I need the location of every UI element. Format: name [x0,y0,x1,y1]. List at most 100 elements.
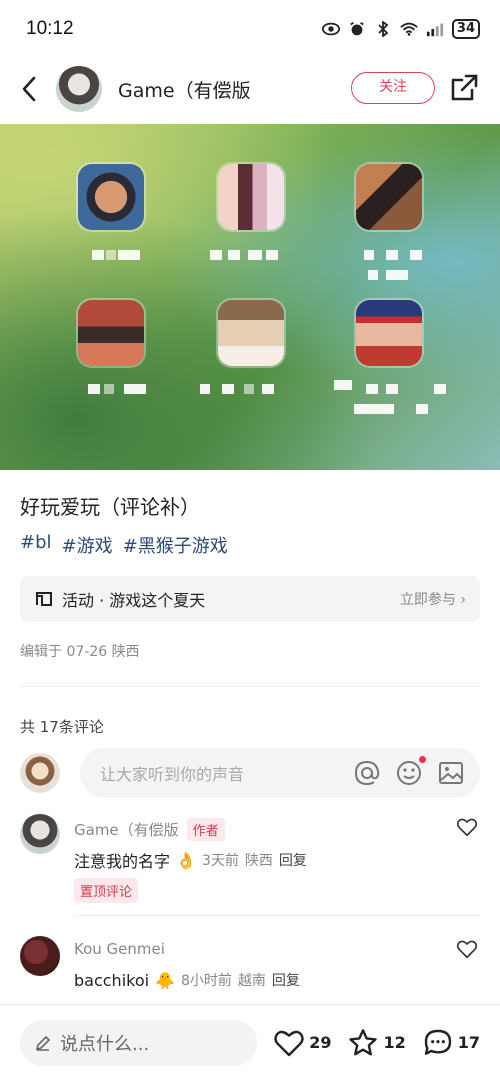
edit-info: 编辑于 07-26 陕西 [20,644,140,660]
chick-emoji: 🐥 [155,970,175,990]
tag-link[interactable]: #黑猴子游戏 [123,532,228,558]
star-icon [349,1028,378,1055]
comment-text-row[interactable]: 注意我的名字 👌 3天前 陕西 回复 [74,848,307,872]
pixelated-label [416,404,428,414]
activity-label: 活动 · 游戏这个夏天 [62,591,206,610]
ok-hand-emoji: 👌 [176,850,196,870]
pixelated-label [386,270,408,280]
pixelated-label [88,384,100,394]
pixelated-label [266,250,278,260]
post-header: Game（有偿版 关注 [0,58,500,120]
commenter-name-row: Kou Genmei [74,940,165,958]
status-icons: 34 [321,19,480,39]
commenter-name-row: Game（有偿版 作者 [74,818,225,841]
like-button[interactable]: 29 [273,1027,331,1059]
say-placeholder: 说点什么... [60,1033,150,1055]
pixelated-label [124,384,146,394]
comment-input[interactable]: 让大家听到你的声音 [80,748,480,798]
pixelated-label [434,384,446,394]
commenter-avatar[interactable] [20,936,60,976]
join-activity-link[interactable]: 立即参与 › [400,589,466,609]
reply-button[interactable]: 回复 [279,850,307,870]
comment-item: Kou Genmei bacchikoi 🐥 8小时前 越南 回复 [20,936,480,996]
activity-icon [36,592,52,606]
back-button[interactable] [2,62,56,116]
comment-count-bottom: 17 [457,1033,480,1052]
eye-icon [321,22,340,36]
post-image[interactable] [0,124,500,470]
post-title: 好玩爱玩（评论补） [20,495,200,519]
game-app-icon [356,164,422,230]
notification-dot [419,756,426,763]
author-name[interactable]: Game（有偿版 [118,76,251,103]
comment-button[interactable]: 17 [422,1027,480,1059]
pixelated-label [262,384,274,394]
star-count: 12 [383,1033,406,1052]
comment-divider [74,915,480,916]
tag-link[interactable]: #bl [20,532,52,558]
comment-text: 注意我的名字 [74,852,171,871]
comment-input-row: 让大家听到你的声音 [20,745,480,801]
mention-icon[interactable] [352,758,382,788]
pixelated-label [118,250,140,260]
pixelated-label [106,250,116,260]
pixelated-label [354,404,394,414]
comment-text: bacchikoi [74,970,150,990]
comment-text-row[interactable]: bacchikoi 🐥 8小时前 越南 回复 [74,970,300,990]
bluetooth-icon [378,21,389,37]
image-icon[interactable] [436,758,466,788]
game-app-icon [218,164,284,230]
commenter-name[interactable]: Game（有偿版 [74,819,179,840]
pixelated-label [364,250,374,260]
my-avatar [20,753,60,793]
status-time: 10:12 [26,18,74,39]
comment-item: Game（有偿版 作者 注意我的名字 👌 3天前 陕西 回复 置顶评论 [20,814,480,904]
author-badge: 作者 [186,818,225,841]
comment-location: 陕西 [244,853,273,869]
follow-button[interactable]: 关注 [351,72,435,104]
pixelated-label [334,380,352,390]
pinned-badge: 置顶评论 [74,878,139,903]
comment-time: 8小时前 [181,973,232,989]
comment-count: 共 17条评论 [20,718,104,736]
author-avatar[interactable] [56,66,102,112]
divider [20,686,480,687]
comment-icon [424,1029,451,1055]
pixelated-label [248,250,262,260]
comment-placeholder: 让大家听到你的声音 [100,765,245,784]
comment-time: 3天前 [201,853,239,869]
emoji-button[interactable] [394,756,426,788]
game-app-icon [218,300,284,366]
pixelated-label [200,384,210,394]
signal-icon [426,23,444,37]
pixelated-label [366,384,378,394]
pixelated-label [210,250,222,260]
say-something-input[interactable]: 说点什么... [20,1019,258,1066]
pixelated-label [410,250,422,260]
pixelated-label [228,250,240,260]
emoji-icon [397,761,421,785]
alarm-icon [350,21,364,36]
pixelated-label [222,384,234,394]
heart-icon[interactable] [456,938,478,960]
battery-indicator: 34 [451,19,480,39]
wifi-icon [400,22,418,36]
reply-button[interactable]: 回复 [272,970,300,990]
game-app-icon [78,300,144,366]
commenter-avatar[interactable] [20,814,60,854]
pixelated-label [244,384,254,394]
bottom-action-bar: 说点什么... 29 12 17 [0,1004,500,1080]
commenter-name[interactable]: Kou Genmei [74,940,165,958]
activity-banner[interactable]: 活动 · 游戏这个夏天 立即参与 › [20,576,480,622]
pixelated-label [386,250,398,260]
chevron-left-icon [22,76,36,102]
heart-icon[interactable] [456,816,478,838]
tag-link[interactable]: #游戏 [62,532,113,558]
like-count: 29 [309,1033,332,1052]
share-icon[interactable] [448,72,480,104]
pencil-icon [35,1035,51,1051]
pixelated-label [386,384,398,394]
status-bar: 10:12 34 [0,0,500,58]
collect-button[interactable]: 12 [347,1027,406,1059]
post-tags: #bl #游戏 #黑猴子游戏 [20,532,228,558]
